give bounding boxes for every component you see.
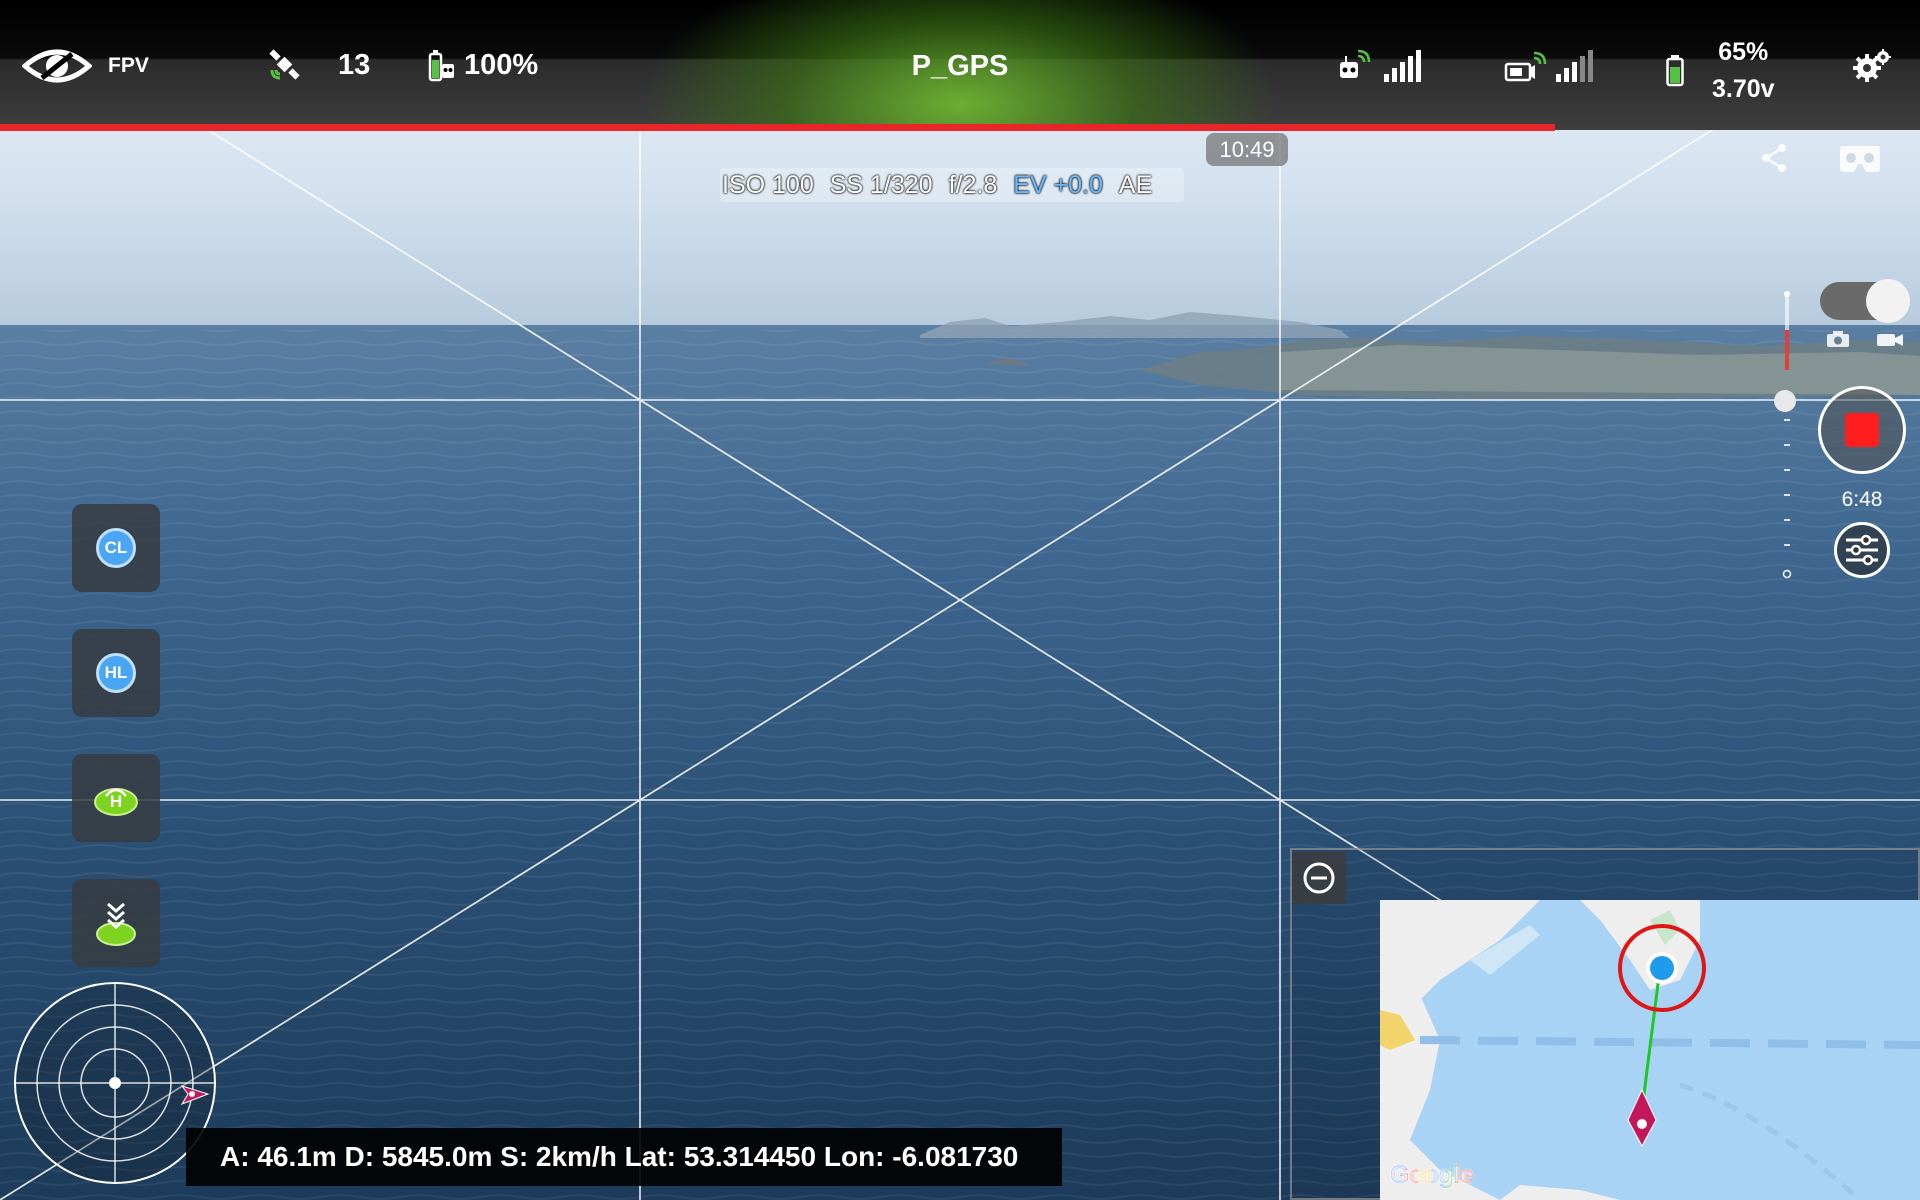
- status-bar: FPV 13 100% P_GPS 65% 3.70v: [0, 0, 1920, 131]
- takeoff-icon: H: [94, 788, 138, 816]
- flight-time: 10:49: [1206, 133, 1288, 166]
- aircraft-battery-status[interactable]: 65% 3.70v: [1666, 34, 1775, 108]
- telemetry-bar: A: 46.1m D: 5845.0m S: 2km/h Lat: 53.314…: [186, 1128, 1062, 1186]
- eye-icon: [22, 49, 92, 83]
- toggle-knob: [1866, 279, 1910, 323]
- view-mode-button[interactable]: FPV: [22, 44, 149, 88]
- settings-button[interactable]: [1852, 48, 1892, 84]
- satellite-icon: [269, 49, 300, 80]
- video-icon: [1877, 334, 1903, 346]
- video-signal-status[interactable]: [1504, 50, 1596, 84]
- record-stop-icon: [1845, 413, 1879, 447]
- iso-value: ISO 100: [722, 170, 814, 199]
- rc-signal-icon: [1340, 49, 1421, 82]
- photo-video-toggle[interactable]: [1820, 279, 1910, 323]
- aperture-value: f/2.8: [948, 170, 998, 199]
- shutter-value: SS 1/320: [829, 170, 933, 199]
- focus-slider[interactable]: [1780, 290, 1794, 580]
- satellite-count: 13: [338, 48, 371, 81]
- remote-battery-percent: 100%: [464, 48, 539, 81]
- ev-value: EV +0.0: [1013, 170, 1103, 199]
- view-mode-label: FPV: [108, 54, 149, 77]
- minimap-collapse-button[interactable]: [1292, 852, 1346, 904]
- record-button[interactable]: [1818, 386, 1906, 474]
- sliders-icon: [1846, 534, 1878, 566]
- svg-text:H: H: [110, 792, 122, 811]
- battery-voltage: 3.70v: [1712, 75, 1775, 103]
- camera-settings-button[interactable]: [1834, 522, 1890, 578]
- minus-circle-icon: [1303, 862, 1335, 894]
- ae-lock: AE: [1118, 170, 1153, 199]
- landing-button[interactable]: [72, 879, 160, 967]
- flight-mode: P_GPS: [911, 50, 1009, 82]
- home-lock-badge: HL: [96, 653, 136, 693]
- remote-controller-battery-icon: [428, 50, 454, 82]
- flight-battery-progress: [0, 124, 1556, 131]
- landing-icon: [96, 902, 136, 946]
- map-canvas: [1380, 900, 1920, 1200]
- share-icon[interactable]: [1758, 142, 1790, 174]
- camera-parameters[interactable]: ISO 100 SS 1/320 f/2.8 EV +0.0 AE: [720, 168, 1185, 202]
- vr-headset-icon[interactable]: [1838, 142, 1882, 174]
- gps-status[interactable]: 13: [268, 48, 370, 82]
- map-attribution: Google: [1390, 1161, 1474, 1189]
- course-lock-badge: CL: [96, 528, 136, 568]
- gear-icon: [1853, 49, 1891, 82]
- aircraft-icon: [180, 1085, 210, 1105]
- home-lock-button[interactable]: HL: [72, 629, 160, 717]
- camera-icon: [1827, 331, 1849, 347]
- battery-percent: 65%: [1718, 38, 1769, 66]
- remote-battery-status[interactable]: 100%: [428, 48, 538, 82]
- rc-signal-status[interactable]: [1338, 48, 1424, 84]
- record-time: 6:48: [1841, 488, 1883, 511]
- telemetry-readout: A: 46.1m D: 5845.0m S: 2km/h Lat: 53.314…: [220, 1141, 1019, 1172]
- battery-icon: [1666, 55, 1684, 87]
- course-lock-button[interactable]: CL: [72, 504, 160, 592]
- zoom-slider-thumb[interactable]: [1774, 390, 1796, 412]
- battery-readout: 65% 3.70v: [1712, 34, 1775, 108]
- takeoff-button[interactable]: H: [72, 754, 160, 842]
- minimap[interactable]: Google: [1380, 900, 1920, 1200]
- video-signal-icon: [1504, 50, 1593, 82]
